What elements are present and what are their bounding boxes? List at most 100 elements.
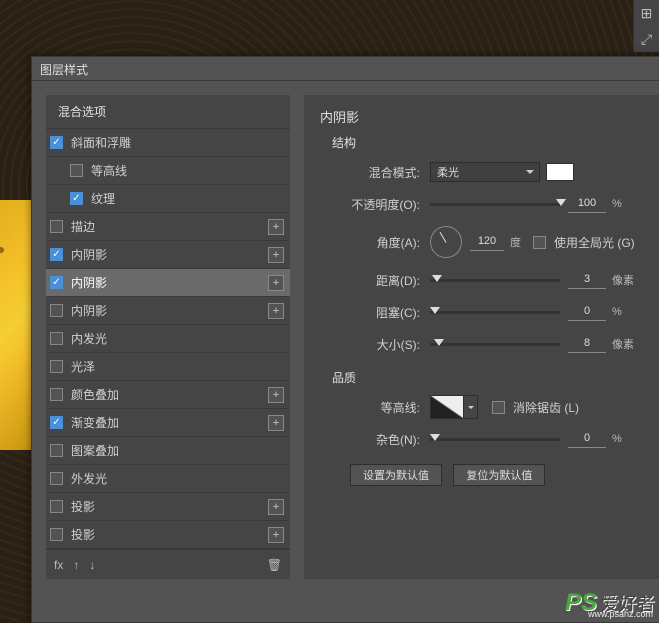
size-slider[interactable] (430, 343, 560, 346)
move-down-icon[interactable]: ↓ (89, 558, 95, 572)
effect-checkbox-stroke[interactable] (50, 220, 63, 233)
effect-label: 描边 (71, 218, 95, 235)
size-label: 大小(S): (340, 336, 430, 353)
angle-label: 角度(A): (340, 234, 430, 251)
effect-label: 颜色叠加 (71, 386, 119, 403)
add-effect-icon[interactable]: + (268, 247, 284, 263)
effect-label: 等高线 (91, 162, 127, 179)
effect-item-outer-glow[interactable]: 外发光 (46, 465, 290, 493)
effect-item-color-overlay[interactable]: 颜色叠加 + (46, 381, 290, 409)
antialias-label: 消除锯齿 (L) (513, 399, 579, 416)
blend-mode-label: 混合模式: (340, 164, 430, 181)
effect-label: 光泽 (71, 358, 95, 375)
blend-mode-dropdown[interactable]: 柔光 (430, 162, 540, 182)
opacity-label: 不透明度(O): (340, 196, 430, 213)
effect-checkbox-inner-glow[interactable] (50, 332, 63, 345)
effect-checkbox-contour[interactable] (70, 164, 83, 177)
effect-item-inner-shadow-1[interactable]: 内阴影 + (46, 241, 290, 269)
effect-label: 内阴影 (71, 246, 107, 263)
toolbar-icon-2[interactable]: ⤢ (641, 31, 652, 48)
effect-item-inner-shadow-3[interactable]: 内阴影 + (46, 297, 290, 325)
effect-label: 内阴影 (71, 274, 107, 291)
effect-label: 投影 (71, 526, 95, 543)
add-effect-icon[interactable]: + (268, 527, 284, 543)
quality-group-label: 品质 (332, 369, 644, 386)
effects-list: 斜面和浮雕等高线纹理描边 + 内阴影 + 内阴影 + 内阴影 + 内发光光泽颜色叠加 + 渐变叠加 +… (46, 129, 290, 549)
move-up-icon[interactable]: ↑ (73, 558, 79, 572)
angle-dial[interactable] (430, 226, 462, 258)
noise-input[interactable]: 0 (568, 430, 606, 448)
add-effect-icon[interactable]: + (268, 275, 284, 291)
global-light-checkbox[interactable] (533, 236, 546, 249)
watermark: PS 爱好者 www.psahz.com (565, 589, 655, 617)
effect-item-texture[interactable]: 纹理 (46, 185, 290, 213)
choke-label: 阻塞(C): (340, 304, 430, 321)
effect-checkbox-texture[interactable] (70, 192, 83, 205)
angle-input[interactable]: 120 (470, 233, 504, 251)
effect-label: 纹理 (91, 190, 115, 207)
effect-checkbox-satin[interactable] (50, 360, 63, 373)
effect-item-pattern-overlay[interactable]: 图案叠加 (46, 437, 290, 465)
trash-icon[interactable]: 🗑 (267, 558, 282, 572)
fx-menu-button[interactable]: fx (54, 558, 63, 572)
opacity-input[interactable]: 100 (568, 195, 606, 213)
distance-input[interactable]: 3 (568, 271, 606, 289)
effect-checkbox-outer-glow[interactable] (50, 472, 63, 485)
app-toolbar: ⊞ ⤢ (633, 0, 659, 52)
choke-input[interactable]: 0 (568, 303, 606, 321)
effect-item-drop-shadow-2[interactable]: 投影 + (46, 521, 290, 549)
dialog-titlebar[interactable]: 图层样式 (32, 57, 659, 81)
effect-checkbox-drop-shadow-1[interactable] (50, 500, 63, 513)
effect-label: 内阴影 (71, 302, 107, 319)
effect-item-inner-glow[interactable]: 内发光 (46, 325, 290, 353)
distance-label: 距离(D): (340, 272, 430, 289)
effect-checkbox-bevel[interactable] (50, 136, 63, 149)
effect-checkbox-gradient-overlay[interactable] (50, 416, 63, 429)
effect-checkbox-drop-shadow-2[interactable] (50, 528, 63, 541)
blending-options-header[interactable]: 混合选项 (46, 95, 290, 129)
add-effect-icon[interactable]: + (268, 219, 284, 235)
effect-checkbox-inner-shadow-3[interactable] (50, 304, 63, 317)
contour-label: 等高线: (340, 399, 430, 416)
add-effect-icon[interactable]: + (268, 303, 284, 319)
distance-slider[interactable] (430, 279, 560, 282)
effect-label: 渐变叠加 (71, 414, 119, 431)
effect-item-contour[interactable]: 等高线 (46, 157, 290, 185)
effect-item-stroke[interactable]: 描边 + (46, 213, 290, 241)
set-default-button[interactable]: 设置为默认值 (350, 464, 442, 486)
reset-default-button[interactable]: 复位为默认值 (453, 464, 545, 486)
effects-footer: fx ↑ ↓ 🗑 (46, 549, 290, 579)
effect-label: 内发光 (71, 330, 107, 347)
effect-checkbox-color-overlay[interactable] (50, 388, 63, 401)
effect-checkbox-inner-shadow-1[interactable] (50, 248, 63, 261)
noise-slider[interactable] (430, 438, 560, 441)
effect-checkbox-inner-shadow-2[interactable] (50, 276, 63, 289)
layer-style-dialog: 图层样式 混合选项 斜面和浮雕等高线纹理描边 + 内阴影 + 内阴影 + 内阴影 + 内发光光泽… (31, 56, 659, 623)
add-effect-icon[interactable]: + (268, 415, 284, 431)
effect-label: 投影 (71, 498, 95, 515)
effect-label: 图案叠加 (71, 442, 119, 459)
contour-picker[interactable] (430, 395, 464, 419)
global-light-label: 使用全局光 (G) (554, 234, 635, 251)
effect-item-inner-shadow-2[interactable]: 内阴影 + (46, 269, 290, 297)
effect-item-bevel[interactable]: 斜面和浮雕 (46, 129, 290, 157)
effect-label: 外发光 (71, 470, 107, 487)
effect-item-satin[interactable]: 光泽 (46, 353, 290, 381)
dialog-title: 图层样式 (40, 63, 88, 77)
antialias-checkbox[interactable] (492, 401, 505, 414)
choke-slider[interactable] (430, 311, 560, 314)
effect-item-drop-shadow-1[interactable]: 投影 + (46, 493, 290, 521)
effect-label: 斜面和浮雕 (71, 134, 131, 151)
size-input[interactable]: 8 (568, 335, 606, 353)
add-effect-icon[interactable]: + (268, 499, 284, 515)
effects-list-panel: 混合选项 斜面和浮雕等高线纹理描边 + 内阴影 + 内阴影 + 内阴影 + 内发光光泽颜色叠加 +… (46, 95, 290, 579)
contour-dropdown-arrow[interactable] (464, 395, 478, 419)
add-effect-icon[interactable]: + (268, 387, 284, 403)
opacity-slider[interactable] (430, 203, 560, 206)
toolbar-icon-1[interactable]: ⊞ (641, 5, 653, 22)
effect-item-gradient-overlay[interactable]: 渐变叠加 + (46, 409, 290, 437)
shadow-color-swatch[interactable] (546, 163, 574, 181)
panel-title: 内阴影 (320, 107, 644, 126)
effect-checkbox-pattern-overlay[interactable] (50, 444, 63, 457)
noise-label: 杂色(N): (340, 431, 430, 448)
